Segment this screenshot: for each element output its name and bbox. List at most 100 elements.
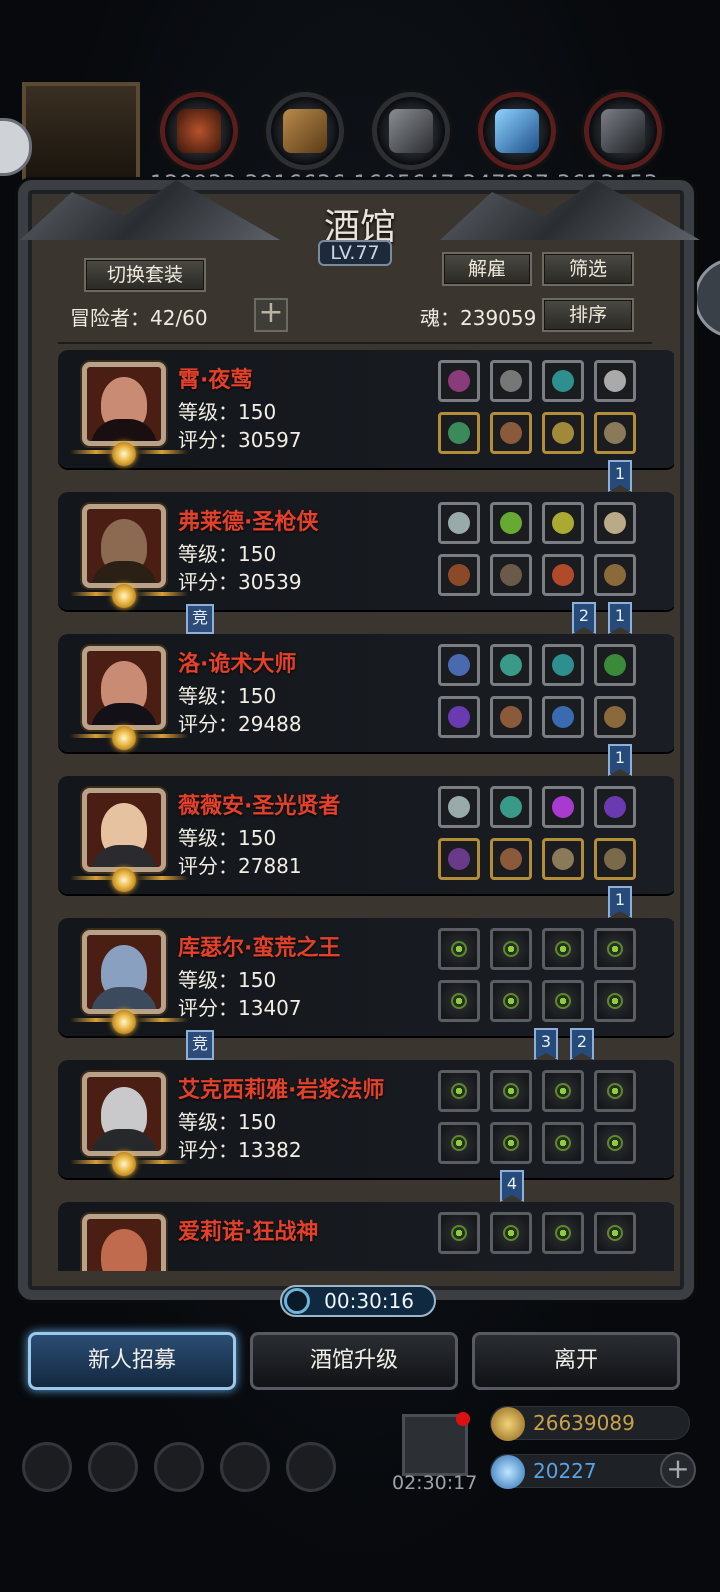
- hero-card[interactable]: 艾克西莉雅·岩浆法师 等级：150 评分：13382: [58, 1060, 674, 1178]
- gold-amount: 26639089: [533, 1411, 635, 1435]
- hero-avatar[interactable]: [82, 1214, 166, 1271]
- equipment-slot[interactable]: [542, 360, 584, 402]
- set-count-flag: 2: [570, 1028, 594, 1060]
- hero-card[interactable]: 爱莉诺·狂战神: [58, 1202, 674, 1271]
- equipment-slot[interactable]: [490, 838, 532, 880]
- hero-card[interactable]: 霄·夜莺 等级：150 评分：30597: [58, 350, 674, 468]
- equipment-slot[interactable]: [438, 412, 480, 454]
- equipment-slot[interactable]: [594, 644, 636, 686]
- add-equipment-icon: [451, 941, 467, 957]
- hero-avatar[interactable]: [82, 646, 166, 730]
- empty-equipment-slot[interactable]: [438, 928, 480, 970]
- equipment-slot[interactable]: [490, 360, 532, 402]
- equipment-slot[interactable]: [594, 554, 636, 596]
- empty-equipment-slot[interactable]: [542, 980, 584, 1022]
- add-currency-button[interactable]: +: [660, 1452, 696, 1488]
- hero-card[interactable]: 洛·诡术大师 等级：150 评分：29488: [58, 634, 674, 752]
- set-count-flag: 1: [608, 886, 632, 918]
- resource-meat-icon[interactable]: [160, 92, 238, 170]
- switch-outfit-button[interactable]: 切换套装: [84, 258, 206, 292]
- bottom-bag-icon[interactable]: [154, 1442, 204, 1492]
- empty-equipment-slot[interactable]: [594, 980, 636, 1022]
- recruit-button[interactable]: 新人招募: [28, 1332, 236, 1390]
- empty-equipment-slot[interactable]: [542, 1122, 584, 1164]
- hero-avatar[interactable]: [82, 362, 166, 446]
- resource-wood-icon[interactable]: [266, 92, 344, 170]
- equipment-slot[interactable]: [594, 786, 636, 828]
- empty-equipment-slot[interactable]: [438, 980, 480, 1022]
- equipment-slot[interactable]: [542, 696, 584, 738]
- equipment-slot[interactable]: [542, 838, 584, 880]
- equipment-slot[interactable]: [438, 360, 480, 402]
- hero-card[interactable]: 薇薇安·圣光贤者 等级：150 评分：27881: [58, 776, 674, 894]
- dismiss-button[interactable]: 解雇: [442, 252, 532, 286]
- equipment-slot[interactable]: [594, 360, 636, 402]
- equipment-slot[interactable]: [490, 644, 532, 686]
- empty-equipment-slot[interactable]: [490, 1122, 532, 1164]
- add-equipment-icon: [555, 1135, 571, 1151]
- equipment-icon: [448, 512, 470, 534]
- empty-equipment-slot[interactable]: [542, 1070, 584, 1112]
- equipment-slot[interactable]: [438, 786, 480, 828]
- resource-stone-icon[interactable]: [372, 92, 450, 170]
- equipment-slot[interactable]: [542, 644, 584, 686]
- empty-equipment-slot[interactable]: [594, 1212, 636, 1254]
- bottom-star-icon[interactable]: [88, 1442, 138, 1492]
- arena-badge: 竞: [186, 604, 214, 634]
- bottom-skill-icon[interactable]: [286, 1442, 336, 1492]
- equipment-slot[interactable]: [594, 502, 636, 544]
- empty-equipment-slot[interactable]: [490, 928, 532, 970]
- equipment-slot[interactable]: [594, 412, 636, 454]
- filter-button[interactable]: 筛选: [542, 252, 634, 286]
- empty-equipment-slot[interactable]: [542, 1212, 584, 1254]
- empty-equipment-slot[interactable]: [490, 1212, 532, 1254]
- empty-equipment-slot[interactable]: [490, 980, 532, 1022]
- equipment-slot[interactable]: [438, 644, 480, 686]
- leave-button[interactable]: 离开: [472, 1332, 680, 1390]
- equipment-slot[interactable]: [438, 838, 480, 880]
- sort-button[interactable]: 排序: [542, 298, 634, 332]
- equipment-slot[interactable]: [542, 554, 584, 596]
- hero-list[interactable]: 霄·夜莺 等级：150 评分：30597 1 弗莱德·圣枪侠 等级：150 评分：…: [34, 346, 674, 1271]
- hero-card[interactable]: 弗莱德·圣枪侠 等级：150 评分：30539: [58, 492, 674, 610]
- empty-equipment-slot[interactable]: [542, 928, 584, 970]
- hero-card[interactable]: 库瑟尔·蛮荒之王 等级：150 评分：13407: [58, 918, 674, 1036]
- equipment-slot[interactable]: [490, 786, 532, 828]
- equipment-slot[interactable]: [594, 696, 636, 738]
- hero-name: 艾克西莉雅·岩浆法师: [178, 1078, 385, 1103]
- empty-equipment-slot[interactable]: [438, 1212, 480, 1254]
- tavern-upgrade-button[interactable]: 酒馆升级: [250, 1332, 458, 1390]
- equipment-slot[interactable]: [438, 502, 480, 544]
- hero-avatar[interactable]: [82, 788, 166, 872]
- empty-equipment-slot[interactable]: [490, 1070, 532, 1112]
- equipment-icon: [604, 796, 626, 818]
- empty-equipment-slot[interactable]: [594, 1122, 636, 1164]
- right-side-button[interactable]: [694, 258, 720, 338]
- empty-equipment-slot[interactable]: [594, 1070, 636, 1112]
- equipment-slot[interactable]: [490, 554, 532, 596]
- hero-avatar[interactable]: [82, 504, 166, 588]
- equipment-slot[interactable]: [490, 696, 532, 738]
- equipment-icon: [552, 512, 574, 534]
- empty-equipment-slot[interactable]: [438, 1070, 480, 1112]
- bottom-gear-icon[interactable]: [22, 1442, 72, 1492]
- rank-medal-icon: [112, 442, 136, 466]
- hero-avatar[interactable]: [82, 930, 166, 1014]
- resource-crystal-icon[interactable]: [478, 92, 556, 170]
- add-slot-button[interactable]: +: [254, 298, 288, 332]
- equipment-slot[interactable]: [542, 412, 584, 454]
- hero-avatar[interactable]: [82, 1072, 166, 1156]
- bottom-map-icon[interactable]: [220, 1442, 270, 1492]
- empty-equipment-slot[interactable]: [594, 928, 636, 970]
- equipment-slot[interactable]: [542, 502, 584, 544]
- equipment-slot[interactable]: [438, 554, 480, 596]
- equipment-slot[interactable]: [594, 838, 636, 880]
- equipment-slot[interactable]: [542, 786, 584, 828]
- equipment-slot[interactable]: [490, 502, 532, 544]
- hero-level: 等级：150: [178, 968, 277, 992]
- resource-iron-icon[interactable]: [584, 92, 662, 170]
- equipment-slot[interactable]: [490, 412, 532, 454]
- hero-level: 等级：150: [178, 400, 277, 424]
- empty-equipment-slot[interactable]: [438, 1122, 480, 1164]
- equipment-slot[interactable]: [438, 696, 480, 738]
